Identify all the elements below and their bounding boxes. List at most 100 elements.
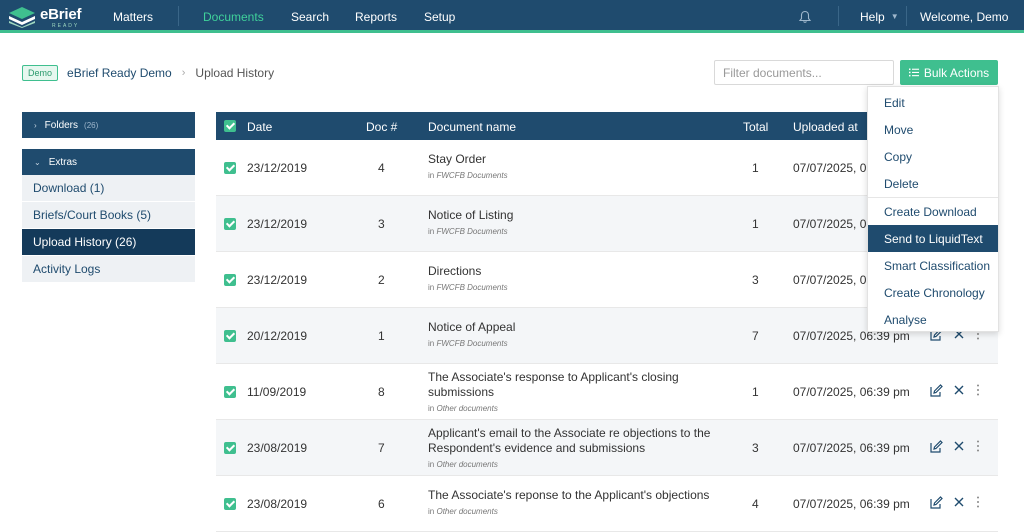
sidebar-extras: ⌄ Extras Download (1) Briefs/Court Books… [22,149,195,283]
more-vertical-icon[interactable] [976,440,980,452]
folder-name[interactable]: Other documents [436,404,497,413]
nav-reports[interactable]: Reports [355,10,397,24]
row-checkbox[interactable] [224,330,236,342]
row-document-name[interactable]: The Associate's reponse to the Applicant… [428,488,728,503]
folder-prefix: in [428,507,435,516]
row-date: 11/09/2019 [247,385,307,399]
nav-search[interactable]: Search [291,10,329,24]
menu-item-smart-classification[interactable]: Smart Classification [868,252,998,279]
row-total: 1 [752,385,759,399]
menu-item-analyse[interactable]: Analyse [868,306,998,333]
menu-item-edit[interactable]: Edit [868,89,998,116]
select-all-checkbox[interactable] [224,120,236,132]
breadcrumb-current: Upload History [195,66,275,80]
row-checkbox[interactable] [224,386,236,398]
bell-icon[interactable] [798,10,812,24]
row-document-name[interactable]: Notice of Listing [428,208,728,223]
nav-divider [906,6,907,26]
row-doc-number: 7 [378,441,385,455]
row-document-folder: in FWCFB Documents [428,339,728,348]
folder-name[interactable]: FWCFB Documents [436,339,507,348]
close-icon[interactable] [953,440,965,452]
bulk-actions-label: Bulk Actions [923,65,990,80]
row-document-folder: in Other documents [428,507,728,516]
menu-item-delete[interactable]: Delete [868,170,998,197]
header-document-name[interactable]: Document name [428,120,516,134]
edit-icon[interactable] [929,384,943,398]
folder-name[interactable]: Other documents [436,507,497,516]
header-date[interactable]: Date [247,120,272,134]
header-total[interactable]: Total [743,120,768,134]
header-uploaded-at[interactable]: Uploaded at [793,120,858,134]
row-doc-number: 4 [378,161,385,175]
table-row[interactable]: 23/08/2019 6 The Associate's reponse to th… [216,476,998,532]
nav-setup[interactable]: Setup [424,10,455,24]
row-document[interactable]: Applicant's email to the Associate re ob… [428,426,728,469]
more-vertical-icon[interactable] [976,496,980,508]
menu-item-create-chronology[interactable]: Create Chronology [868,279,998,306]
row-document-name[interactable]: The Associate's response to Applicant's … [428,370,728,400]
folder-name[interactable]: Other documents [436,460,497,469]
menu-item-create-download[interactable]: Create Download [868,198,998,225]
row-actions [929,384,989,400]
header-doc-number[interactable]: Doc # [366,120,397,134]
edit-icon[interactable] [929,440,943,454]
row-document[interactable]: The Associate's reponse to the Applicant… [428,488,728,516]
row-document[interactable]: The Associate's response to Applicant's … [428,370,728,413]
breadcrumb-matter[interactable]: eBrief Ready Demo [67,66,172,80]
sidebar-extras-header[interactable]: ⌄ Extras [22,149,195,175]
row-checkbox[interactable] [224,442,236,454]
row-document-folder: in FWCFB Documents [428,171,728,180]
close-icon[interactable] [953,496,965,508]
folder-name[interactable]: FWCFB Documents [436,171,507,180]
menu-item-send-to-liquidtext[interactable]: Send to LiquidText [868,225,998,252]
sidebar-item-briefs[interactable]: Briefs/Court Books (5) [22,202,195,229]
brand-subtitle: READY [52,23,80,29]
row-document[interactable]: Notice of Appeal in FWCFB Documents [428,320,728,348]
sidebar-folders-header[interactable]: › Folders (26) [22,112,195,138]
row-total: 3 [752,273,759,287]
row-document[interactable]: Directions in FWCFB Documents [428,264,728,292]
more-vertical-icon[interactable] [976,384,980,396]
row-document-name[interactable]: Stay Order [428,152,728,167]
user-menu[interactable]: Welcome, Demo [920,10,1008,24]
row-doc-number: 2 [378,273,385,287]
row-document[interactable]: Stay Order in FWCFB Documents [428,152,728,180]
folder-name[interactable]: FWCFB Documents [436,227,507,236]
menu-item-move[interactable]: Move [868,116,998,143]
table-row[interactable]: 11/09/2019 8 The Associate's response to A… [216,364,998,420]
row-document-folder: in FWCFB Documents [428,283,728,292]
table-row[interactable]: 23/08/2019 7 Applicant's email to the Asso… [216,420,998,476]
row-document-name[interactable]: Applicant's email to the Associate re ob… [428,426,728,456]
row-total: 3 [752,441,759,455]
row-checkbox[interactable] [224,498,236,510]
menu-item-copy[interactable]: Copy [868,143,998,170]
help-menu[interactable]: Help ▼ [860,10,899,24]
row-checkbox[interactable] [224,162,236,174]
nav-matters[interactable]: Matters [113,10,153,24]
sidebar-item-activity-logs[interactable]: Activity Logs [22,256,195,283]
row-total: 1 [752,161,759,175]
close-icon[interactable] [953,384,965,396]
folder-name[interactable]: FWCFB Documents [436,283,507,292]
row-document[interactable]: Notice of Listing in FWCFB Documents [428,208,728,236]
bulk-actions-button[interactable]: Bulk Actions [900,60,998,85]
brand-logo[interactable]: eBrief READY [8,4,88,30]
sidebar-item-download[interactable]: Download (1) [22,175,195,202]
matter-badge: Demo [22,65,59,81]
sidebar-folders-label: Folders [44,119,79,131]
edit-icon[interactable] [929,496,943,510]
folder-prefix: in [428,171,435,180]
chevron-down-icon: ⌄ [34,157,41,167]
row-document-name[interactable]: Directions [428,264,728,279]
nav-documents[interactable]: Documents [203,10,264,24]
row-uploaded-at: 07/07/2025, 06:39 pm [793,497,910,511]
row-checkbox[interactable] [224,218,236,230]
folder-prefix: in [428,460,435,469]
sidebar-item-upload-history[interactable]: Upload History (26) [22,229,195,256]
row-total: 1 [752,217,759,231]
nav-divider [838,6,839,26]
row-checkbox[interactable] [224,274,236,286]
filter-input[interactable] [714,60,894,85]
row-document-name[interactable]: Notice of Appeal [428,320,728,335]
